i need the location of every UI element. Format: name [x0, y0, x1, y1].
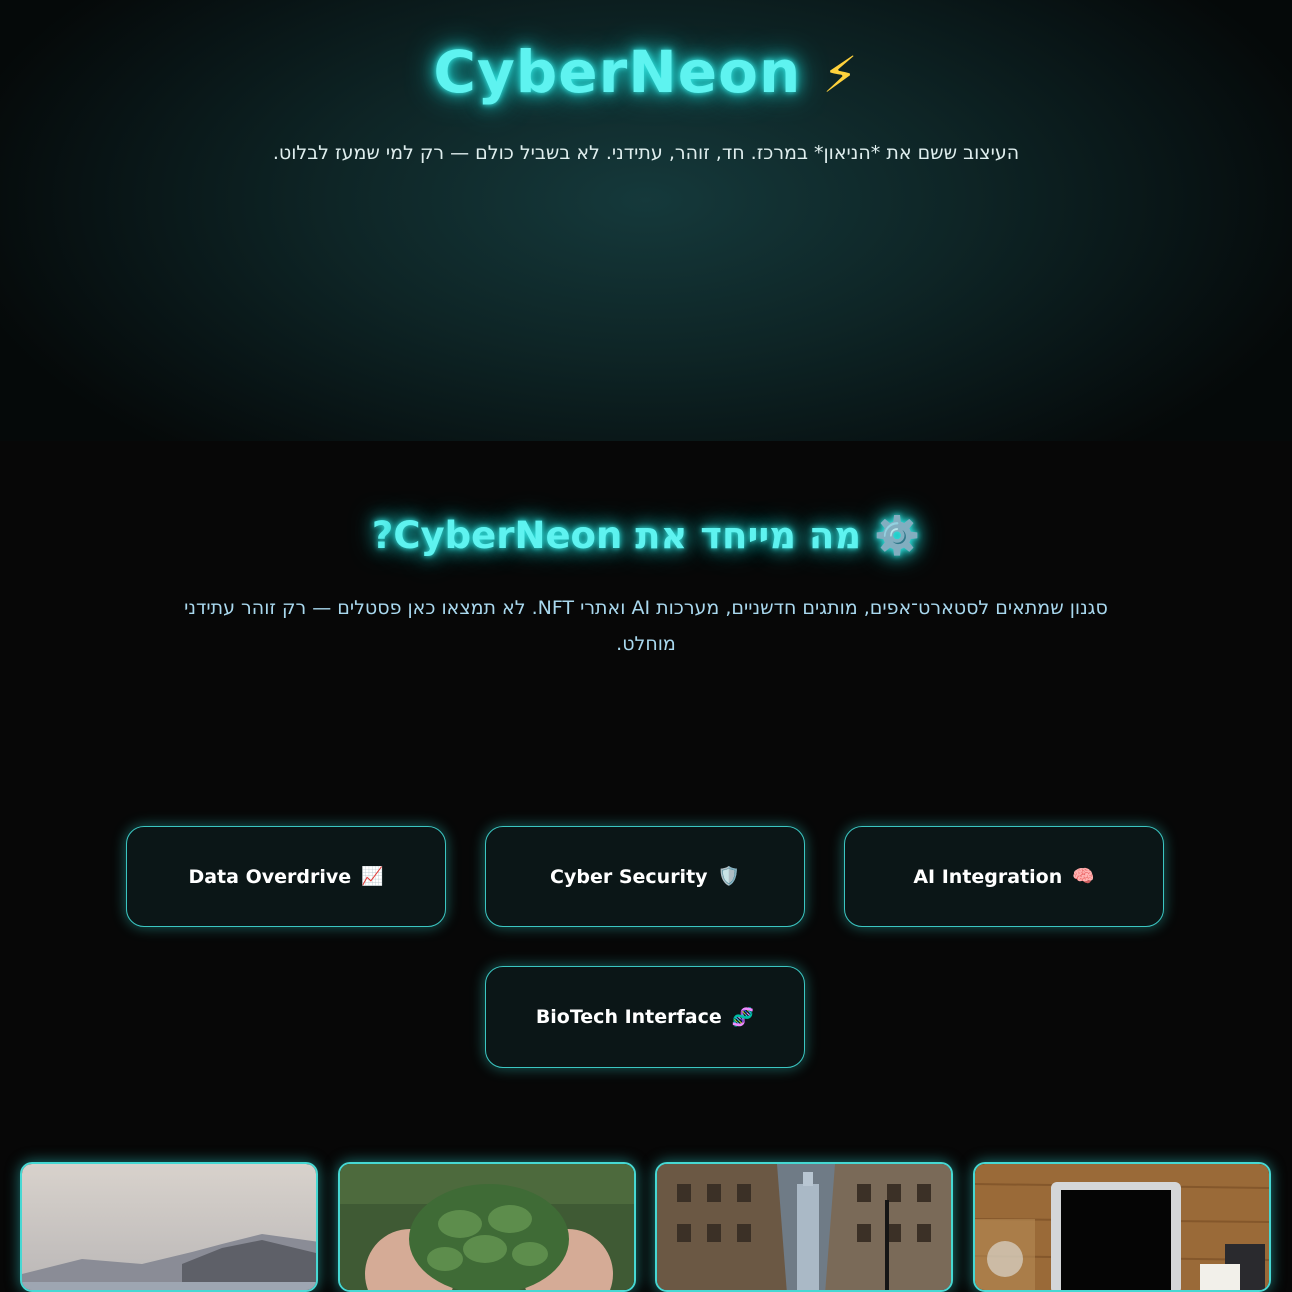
- shield-icon: 🛡️: [717, 866, 740, 887]
- hero-title: CyberNeon ⚡: [0, 38, 1292, 106]
- feature-card-biotech-interface[interactable]: BioTech Interface 🧬: [485, 966, 805, 1068]
- chart-increasing-icon: 📈: [361, 866, 384, 887]
- brain-icon: 🧠: [1072, 866, 1095, 887]
- lightning-icon: ⚡: [822, 46, 859, 104]
- gallery-image-coast[interactable]: [20, 1162, 318, 1292]
- hero-section: CyberNeon ⚡ העיצוב ששם את *הניאון* במרכז…: [0, 0, 1292, 441]
- about-title-text: מה מייחד את CyberNeon?: [371, 514, 862, 557]
- feature-label: AI Integration: [913, 865, 1063, 888]
- dna-icon: 🧬: [731, 1006, 755, 1028]
- gallery-image-hands[interactable]: [338, 1162, 636, 1292]
- gear-icon: ⚙️: [874, 514, 921, 557]
- feature-label: BioTech Interface: [535, 1006, 722, 1028]
- city-photo: [657, 1164, 951, 1290]
- gallery-image-city[interactable]: [655, 1162, 953, 1292]
- about-title: ⚙️ מה מייחד את CyberNeon?: [0, 514, 1292, 558]
- feature-card-cyber-security[interactable]: Cyber Security 🛡️: [485, 826, 805, 927]
- feature-label: Cyber Security: [550, 865, 708, 888]
- gallery-image-laptop[interactable]: [973, 1162, 1271, 1292]
- hands-photo: [340, 1164, 634, 1290]
- feature-label: Data Overdrive: [188, 865, 352, 888]
- feature-card-ai-integration[interactable]: AI Integration 🧠: [844, 826, 1164, 927]
- hero-subtitle: העיצוב ששם את *הניאון* במרכז. חד, זוהר, …: [272, 142, 1020, 164]
- about-description: סגנון שמתאים לסטארט־אפים, מותגים חדשניים…: [184, 597, 1108, 655]
- laptop-photo: [975, 1164, 1269, 1290]
- coast-photo: [22, 1164, 316, 1290]
- feature-card-data-overdrive[interactable]: Data Overdrive 📈: [126, 826, 446, 927]
- hero-title-text: CyberNeon: [433, 38, 802, 106]
